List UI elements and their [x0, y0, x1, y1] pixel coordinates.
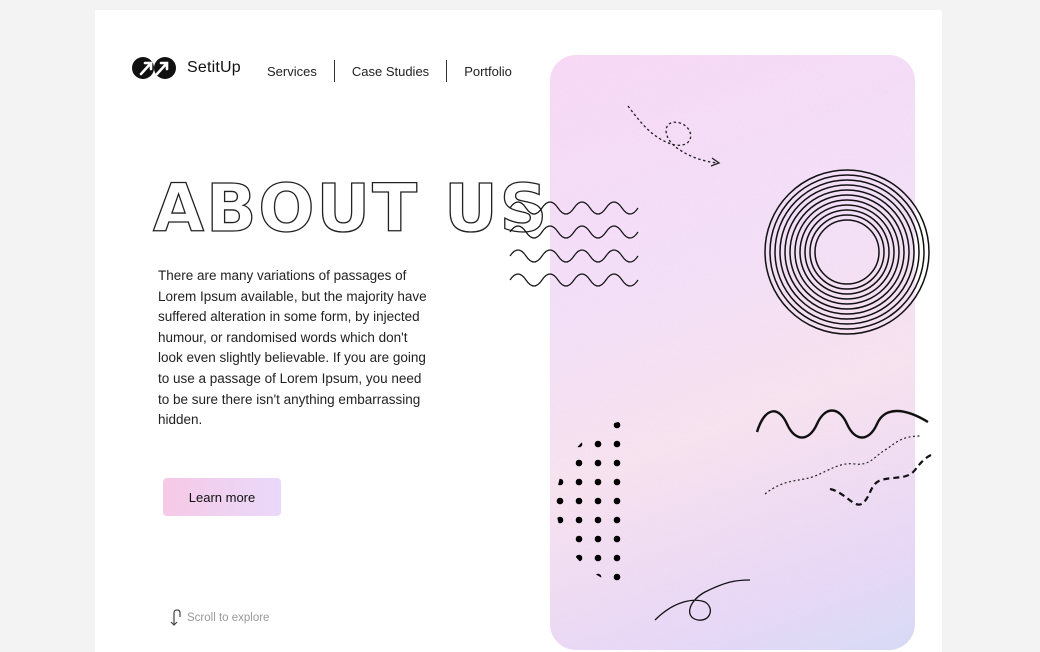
grid-dot [575, 497, 583, 505]
grid-dot [519, 441, 526, 448]
grid-dot [538, 403, 545, 410]
grid-dot [613, 554, 621, 562]
grid-dot [613, 497, 621, 505]
grid-dot [613, 440, 621, 448]
grid-dot [519, 460, 526, 467]
grid-dot [519, 517, 526, 524]
grid-dot [519, 574, 526, 581]
grid-dot [538, 517, 545, 524]
grid-dot [594, 459, 602, 467]
grid-dot [594, 497, 602, 505]
grid-dot [538, 574, 545, 581]
grid-dot [613, 535, 621, 543]
grid-dot [519, 479, 526, 486]
grid-dot [538, 536, 545, 543]
grid-dot [519, 498, 526, 505]
grid-dot [575, 459, 583, 467]
grid-dot [594, 516, 602, 524]
grid-dot [575, 478, 583, 486]
grid-dot [594, 440, 602, 448]
grid-dot [519, 555, 526, 562]
grid-dot [519, 536, 526, 543]
grid-dot [575, 516, 583, 524]
grid-dot [538, 555, 545, 562]
grid-dot [519, 403, 526, 410]
grid-dot [613, 573, 621, 581]
grid-dot [613, 478, 621, 486]
decorative-illustration [509, 55, 932, 650]
card-grain-texture [550, 55, 915, 650]
grid-dot [538, 498, 545, 505]
grid-dot [538, 479, 545, 486]
page: SetitUp Services Case Studies Portfolio … [95, 10, 942, 652]
grid-dot [538, 460, 545, 467]
grid-dot [613, 459, 621, 467]
grid-dot [538, 441, 545, 448]
grid-dot [594, 478, 602, 486]
grid-dot [538, 422, 545, 429]
grid-dot [613, 516, 621, 524]
grid-dot [556, 497, 564, 505]
grid-dot [575, 535, 583, 543]
grid-dot [519, 422, 526, 429]
grid-dot [594, 554, 602, 562]
grid-dot [594, 535, 602, 543]
